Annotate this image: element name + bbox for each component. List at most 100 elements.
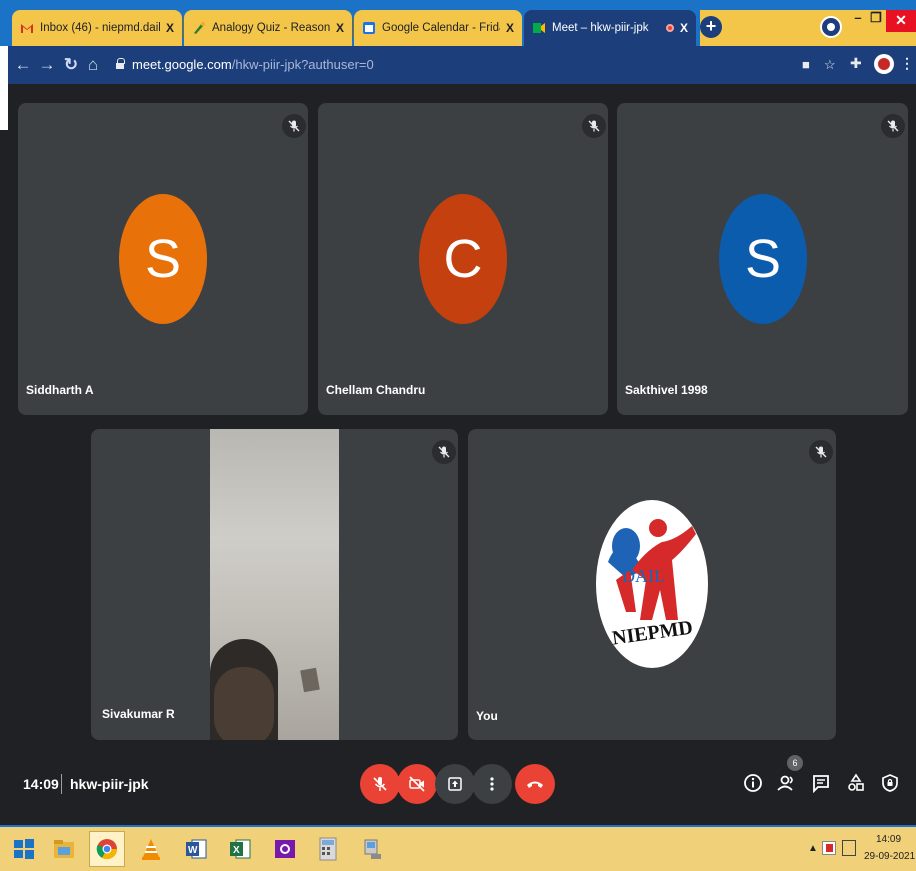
participant-name: You — [476, 709, 498, 723]
meeting-clock: 14:09 — [23, 776, 59, 792]
activities-shapes-icon — [848, 773, 864, 791]
host-controls-button[interactable] — [877, 770, 903, 796]
meeting-info-divider — [61, 774, 62, 794]
minimize-window-icon[interactable]: – — [848, 10, 868, 28]
extensions-puzzle-icon[interactable]: ✚ — [850, 55, 862, 72]
tab-analogy-quiz[interactable]: Analogy Quiz - Reasoning Questi X — [184, 10, 352, 46]
meeting-details-button[interactable] — [740, 770, 766, 796]
more-options-button[interactable] — [472, 764, 512, 804]
tab-gmail[interactable]: Inbox (46) - niepmd.dail@gmail.c X — [12, 10, 182, 46]
taskbar-date[interactable]: 29-09-2021 — [864, 851, 915, 862]
toggle-microphone-button[interactable] — [360, 764, 400, 804]
tab-close-icon[interactable]: X — [166, 21, 174, 35]
tab-title: Google Calendar - Friday, 17 Sep — [382, 22, 500, 34]
tray-flag-mark — [826, 844, 833, 852]
vlc-icon[interactable] — [133, 831, 169, 867]
microphone-off-icon — [373, 777, 387, 791]
present-screen-icon — [448, 777, 462, 791]
toggle-camera-button[interactable] — [397, 764, 437, 804]
file-explorer-icon[interactable] — [46, 831, 82, 867]
participant-tile[interactable]: Sivakumar R — [91, 429, 458, 740]
tab-close-icon[interactable]: X — [336, 21, 344, 35]
muted-mic-icon — [881, 114, 905, 138]
self-tile[interactable]: DAIL NIEPMD You — [468, 429, 836, 740]
participant-count-badge: 6 — [787, 755, 803, 771]
address-bar[interactable]: meet.google.com/hkw-piir-jpk?authuser=0 … — [108, 51, 863, 79]
bookmark-star-icon[interactable]: ☆ — [824, 57, 836, 73]
lock-icon — [116, 58, 125, 69]
windows-taskbar: W X ▲ 14:09 29-09-2021 — [0, 825, 916, 871]
excel-icon[interactable]: X — [222, 831, 258, 867]
browser-tab-strip: Inbox (46) - niepmd.dail@gmail.c X Analo… — [0, 0, 916, 46]
participant-name: Chellam Chandru — [326, 383, 426, 397]
taskbar-clock[interactable]: 14:09 — [876, 834, 901, 845]
participant-video-feed — [210, 429, 339, 740]
restore-window-icon[interactable]: ❐ — [866, 10, 886, 28]
camera-off-icon — [409, 776, 425, 792]
browser-menu-icon[interactable]: ⋮ — [900, 55, 914, 72]
new-tab-button[interactable]: + — [700, 16, 722, 38]
profile-avatar[interactable] — [874, 54, 894, 74]
tab-close-icon[interactable]: X — [506, 21, 514, 35]
chat-button[interactable] — [808, 770, 834, 796]
tab-google-calendar[interactable]: Google Calendar - Friday, 17 Sep X — [354, 10, 522, 46]
home-icon[interactable]: ⌂ — [82, 54, 104, 76]
participant-avatar: C — [419, 194, 507, 324]
close-window-icon[interactable]: ✕ — [886, 10, 916, 32]
meeting-code: hkw-piir-jpk — [70, 776, 149, 792]
participant-tile[interactable]: C Chellam Chandru — [318, 103, 608, 415]
tab-title: Meet – hkw-piir-jpk — [552, 22, 649, 34]
tray-flag-icon[interactable] — [822, 841, 836, 855]
tab-title: Analogy Quiz - Reasoning Questi — [212, 22, 330, 34]
chrome-taskbar-icon[interactable] — [89, 831, 125, 867]
participant-name: Siddharth A — [26, 383, 94, 397]
leave-call-button[interactable] — [515, 764, 555, 804]
info-icon — [744, 774, 762, 792]
organization-logo: DAIL NIEPMD — [596, 500, 708, 668]
chat-icon — [813, 775, 829, 793]
tab-strip-top-border — [0, 0, 916, 8]
windows-start-icon[interactable] — [6, 831, 42, 867]
muted-mic-icon — [582, 114, 606, 138]
network-drive-icon[interactable] — [355, 831, 391, 867]
avatar-initial: S — [144, 229, 182, 289]
participant-avatar: S — [719, 194, 807, 324]
forward-arrow-icon[interactable]: → — [36, 54, 58, 76]
tab-close-icon[interactable]: X — [680, 21, 688, 35]
network-tray-icon[interactable] — [842, 840, 856, 856]
page-edge — [0, 46, 8, 130]
svg-text:X: X — [233, 845, 240, 856]
calendar-icon — [362, 21, 376, 35]
video-person-face — [214, 667, 274, 740]
participant-tile[interactable]: S Sakthivel 1998 — [617, 103, 908, 415]
tab-title: Inbox (46) - niepmd.dail@gmail.c — [40, 22, 160, 34]
tab-meet[interactable]: Meet – hkw-piir-jpk X — [524, 10, 696, 46]
taskbar-top-edge — [0, 825, 916, 827]
meet-icon — [532, 21, 546, 35]
hang-up-icon — [527, 781, 543, 788]
participant-avatar: S — [119, 194, 207, 324]
muted-mic-icon — [282, 114, 306, 138]
video-wall-fixture — [300, 667, 320, 693]
muted-mic-icon — [809, 440, 833, 464]
url-path: /hkw-piir-jpk?authuser=0 — [231, 57, 374, 72]
present-screen-button[interactable] — [435, 764, 475, 804]
quiz-icon — [192, 21, 206, 35]
avatar-initial: S — [744, 229, 782, 289]
avatar-initial: C — [443, 229, 483, 289]
tab-search-button[interactable] — [820, 16, 842, 38]
camera-in-use-icon[interactable]: ■ — [802, 57, 810, 72]
back-arrow-icon[interactable]: ← — [12, 54, 34, 76]
browser-toolbar: ← → ↻ ⌂ meet.google.com/hkw-piir-jpk?aut… — [8, 46, 916, 84]
url-host: meet.google.com — [132, 57, 232, 72]
word-icon[interactable]: W — [178, 831, 214, 867]
onenote-icon[interactable] — [267, 831, 303, 867]
show-everyone-button[interactable] — [774, 770, 800, 796]
gmail-icon — [20, 21, 34, 35]
show-hidden-icons-icon[interactable]: ▲ — [808, 843, 818, 854]
activities-button[interactable] — [843, 770, 869, 796]
reload-icon[interactable]: ↻ — [60, 54, 82, 76]
recording-dot-icon — [665, 24, 674, 32]
calculator-icon[interactable] — [310, 831, 346, 867]
participant-tile[interactable]: S Siddharth A — [18, 103, 308, 415]
